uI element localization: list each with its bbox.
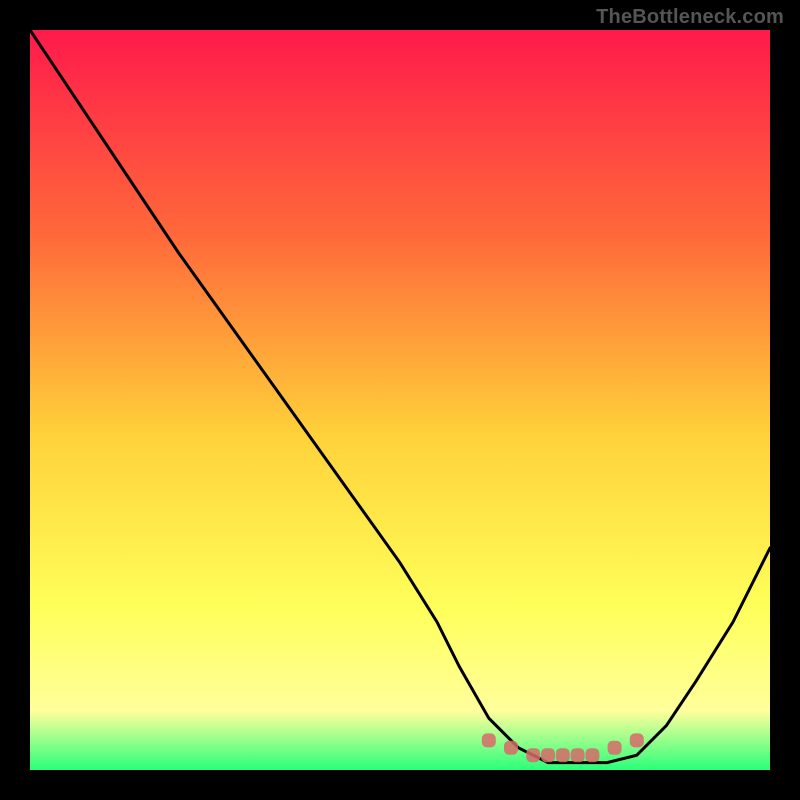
highlight-marker [585,748,599,762]
chart-svg [0,0,800,800]
highlight-marker [571,748,585,762]
highlight-marker [556,748,570,762]
chart-frame: TheBottleneck.com [0,0,800,800]
highlight-marker [541,748,555,762]
highlight-marker [630,733,644,747]
watermark-text: TheBottleneck.com [596,6,784,29]
highlight-marker [504,741,518,755]
gradient-panel [30,30,770,770]
highlight-marker [526,748,540,762]
highlight-marker [608,741,622,755]
highlight-marker [482,733,496,747]
